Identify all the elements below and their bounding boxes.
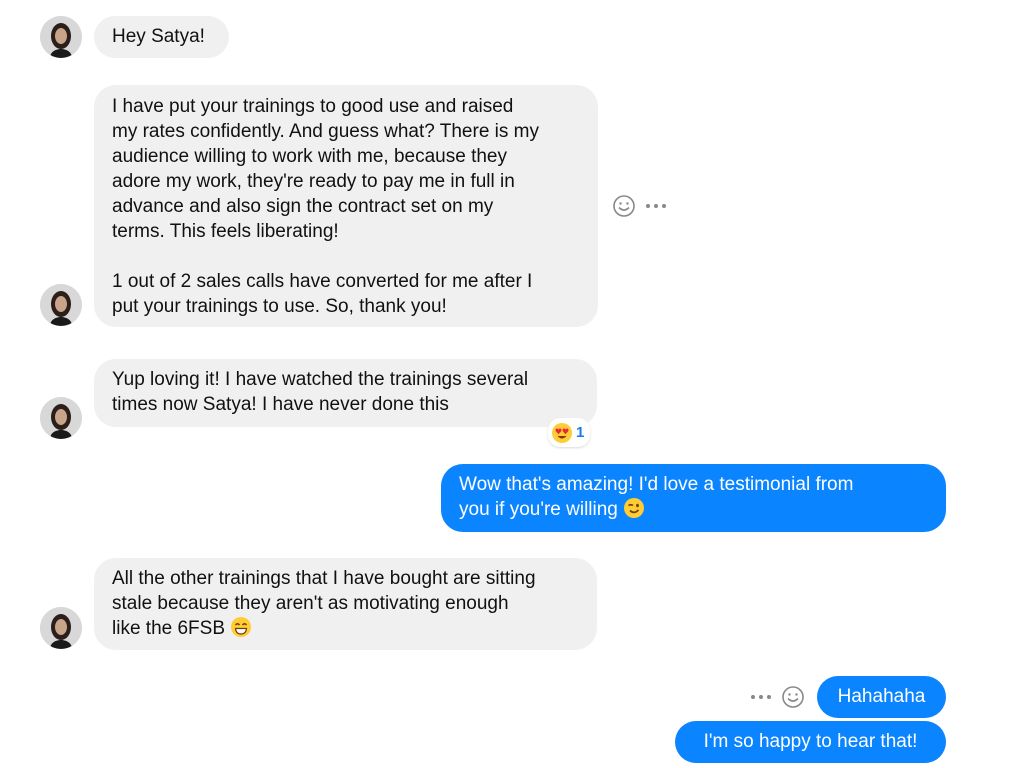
message-bubble-outgoing[interactable]: I'm so happy to hear that! (675, 721, 946, 763)
wink-emoji (624, 498, 645, 518)
smiley-icon[interactable] (612, 194, 636, 218)
contact-avatar-image (40, 397, 82, 439)
contact-avatar-image (40, 284, 82, 326)
contact-avatar-image (40, 607, 82, 649)
message-actions (612, 194, 668, 218)
more-options-icon[interactable] (644, 202, 668, 210)
message-text: All the other trainings that I have boug… (112, 568, 536, 639)
message-bubble-outgoing[interactable]: Hahahaha (817, 676, 946, 718)
heart-eyes-emoji (552, 422, 572, 443)
contact-avatar[interactable] (40, 16, 82, 58)
message-bubble-incoming[interactable]: Yup loving it! I have watched the traini… (94, 359, 597, 427)
message-bubble-outgoing[interactable]: Wow that's amazing! I'd love a testimoni… (441, 464, 946, 532)
message-bubble-incoming[interactable]: Hey Satya! (94, 16, 229, 58)
grin-emoji (231, 617, 252, 637)
message-text: Wow that's amazing! I'd love a testimoni… (459, 474, 854, 520)
message-bubble-incoming[interactable]: All the other trainings that I have boug… (94, 558, 597, 650)
contact-avatar[interactable] (40, 607, 82, 649)
more-options-icon[interactable] (749, 693, 773, 701)
message-reaction[interactable]: 1 (548, 418, 591, 447)
contact-avatar[interactable] (40, 397, 82, 439)
contact-avatar-image (40, 16, 82, 58)
reaction-count: 1 (576, 424, 585, 441)
contact-avatar[interactable] (40, 284, 82, 326)
message-bubble-incoming[interactable]: I have put your trainings to good use an… (94, 85, 598, 327)
message-actions (749, 685, 805, 709)
smiley-icon[interactable] (781, 685, 805, 709)
